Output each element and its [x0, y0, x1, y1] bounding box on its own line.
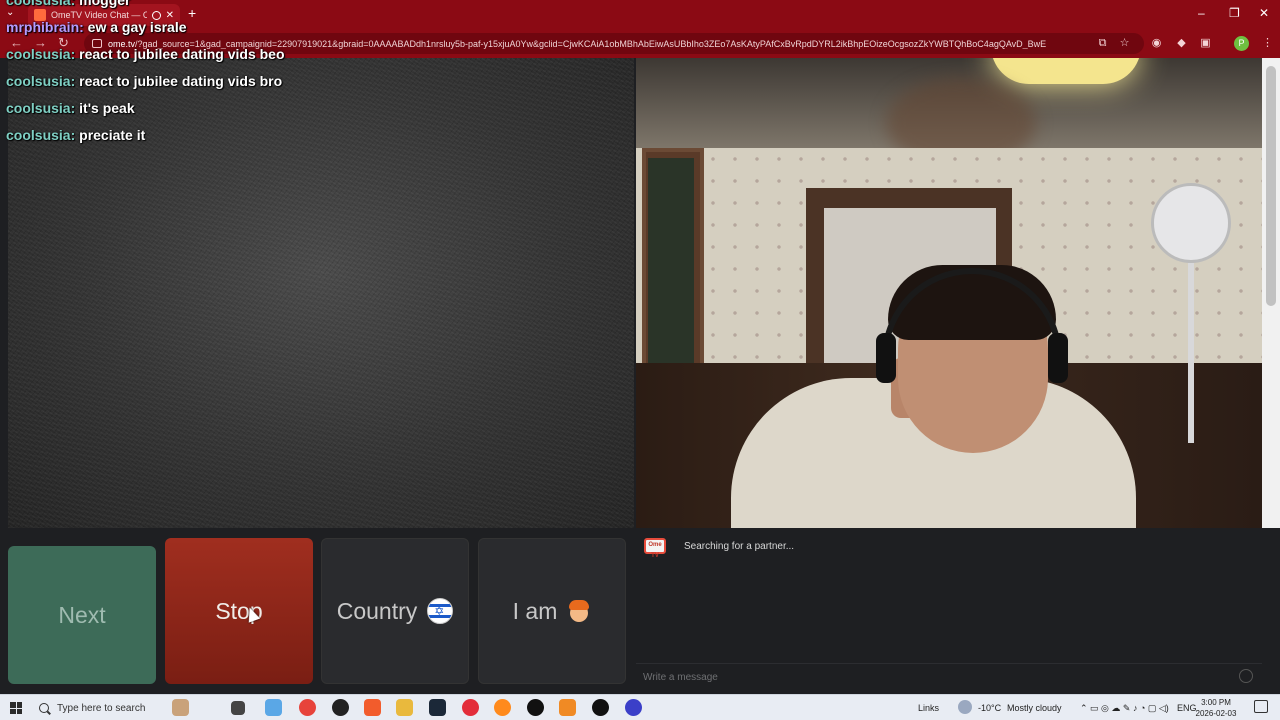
search-icon	[39, 703, 49, 713]
search-placeholder: Type here to search	[57, 702, 146, 714]
obs-icon[interactable]	[625, 699, 642, 716]
clock-time: 3:00 PM	[1201, 698, 1231, 707]
notification-icon[interactable]	[1254, 700, 1268, 713]
standing-fan	[1151, 183, 1231, 263]
weather-icon	[958, 700, 972, 714]
task-view-icon[interactable]	[231, 701, 245, 715]
ometv-logo-icon: Ome TV	[644, 538, 666, 559]
new-tab-icon[interactable]: +	[188, 5, 196, 21]
clock-date: 2026-02-03	[1195, 709, 1237, 718]
install-app-icon[interactable]: ⧉	[1096, 37, 1109, 50]
chat-panel: Ome TV Searching for a partner... Write …	[636, 533, 1262, 694]
chat-overlay-line: coolsusia: react to jubilee dating vids …	[6, 73, 283, 89]
next-button-label: Next	[58, 601, 106, 628]
bookmark-star-icon[interactable]: ☆	[1118, 37, 1131, 50]
message-input[interactable]: Write a message	[636, 663, 1262, 689]
app-a-icon[interactable]	[559, 699, 576, 716]
iam-label: I am	[512, 597, 558, 624]
ometv-page: Next Stop Country ✡ I am Ome TV Searchin…	[0, 58, 1280, 694]
opera-icon[interactable]	[462, 699, 479, 716]
weather-temperature[interactable]: -10°C	[978, 703, 1001, 713]
chat-overlay-line: coolsusia: preciate it	[6, 127, 146, 143]
extension-mask-icon[interactable]: ◉	[1150, 37, 1163, 50]
gender-selector[interactable]: I am	[478, 538, 626, 684]
extension-shield-icon[interactable]: ◆	[1175, 37, 1188, 50]
windows-taskbar: Type here to search Links -10°C Mostly c…	[0, 694, 1280, 720]
media-player-icon[interactable]	[527, 699, 544, 716]
taskbar-search[interactable]: Type here to search	[33, 696, 221, 720]
tray-icons[interactable]: ⌃ ▭ ◎ ☁ ✎ ♪ ◔ ▢ ◁)	[1080, 703, 1169, 714]
next-button[interactable]: Next	[8, 546, 156, 684]
chat-overlay-line: mrphibrain: ew a gay israle	[6, 19, 187, 35]
tab-search-icon[interactable]: ⌄	[6, 7, 14, 18]
scrollbar-thumb[interactable]	[1266, 66, 1276, 306]
weather-description[interactable]: Mostly cloudy	[1007, 703, 1062, 713]
country-label: Country	[336, 597, 418, 624]
boy-avatar-icon	[567, 598, 591, 624]
steam-icon[interactable]	[429, 699, 446, 716]
search-highlight-icon[interactable]	[172, 699, 189, 716]
brave-icon[interactable]	[364, 699, 381, 716]
app-arrow-icon[interactable]	[592, 699, 609, 716]
israel-flag-icon: ✡	[427, 598, 454, 624]
restore-icon[interactable]: ❐	[1229, 6, 1240, 20]
windows-start-icon[interactable]	[10, 702, 22, 714]
country-selector[interactable]: Country ✡	[321, 538, 469, 684]
chat-status-text: Searching for a partner...	[684, 541, 795, 552]
clock[interactable]: 3:00 PM 2026-02-03	[1194, 697, 1238, 719]
extensions-puzzle-icon[interactable]: ▣	[1199, 37, 1212, 50]
file-explorer-icon[interactable]	[396, 699, 413, 716]
firefox-icon[interactable]	[494, 699, 511, 716]
ceiling-lamp	[991, 58, 1141, 84]
stop-button[interactable]: Stop	[165, 538, 313, 684]
chat-overlay-line: coolsusia: it's peak	[6, 100, 135, 116]
chrome-icon[interactable]	[299, 699, 316, 716]
minimize-icon[interactable]: –	[1198, 6, 1205, 20]
chat-overlay-line: coolsusia: mogger	[6, 0, 131, 8]
browser-tab-bar: ⌄ OmeTV Video Chat — Ome ✕ + – ❐ ✕	[0, 0, 1280, 30]
emoji-icon[interactable]	[1239, 669, 1253, 683]
links-toolbar[interactable]: Links	[918, 703, 939, 713]
copilot-icon[interactable]	[265, 699, 282, 716]
close-window-icon[interactable]: ✕	[1259, 6, 1269, 20]
screen: ⌄ OmeTV Video Chat — Ome ✕ + – ❐ ✕ ← → ↻…	[0, 0, 1280, 720]
app-icon[interactable]	[332, 699, 349, 716]
self-webcam-video	[636, 58, 1262, 528]
profile-avatar[interactable]: P	[1234, 36, 1249, 51]
menu-kebab-icon[interactable]: ⋮	[1261, 37, 1274, 50]
chat-overlay-line: coolsusia: react to jubilee dating vids …	[6, 46, 285, 62]
